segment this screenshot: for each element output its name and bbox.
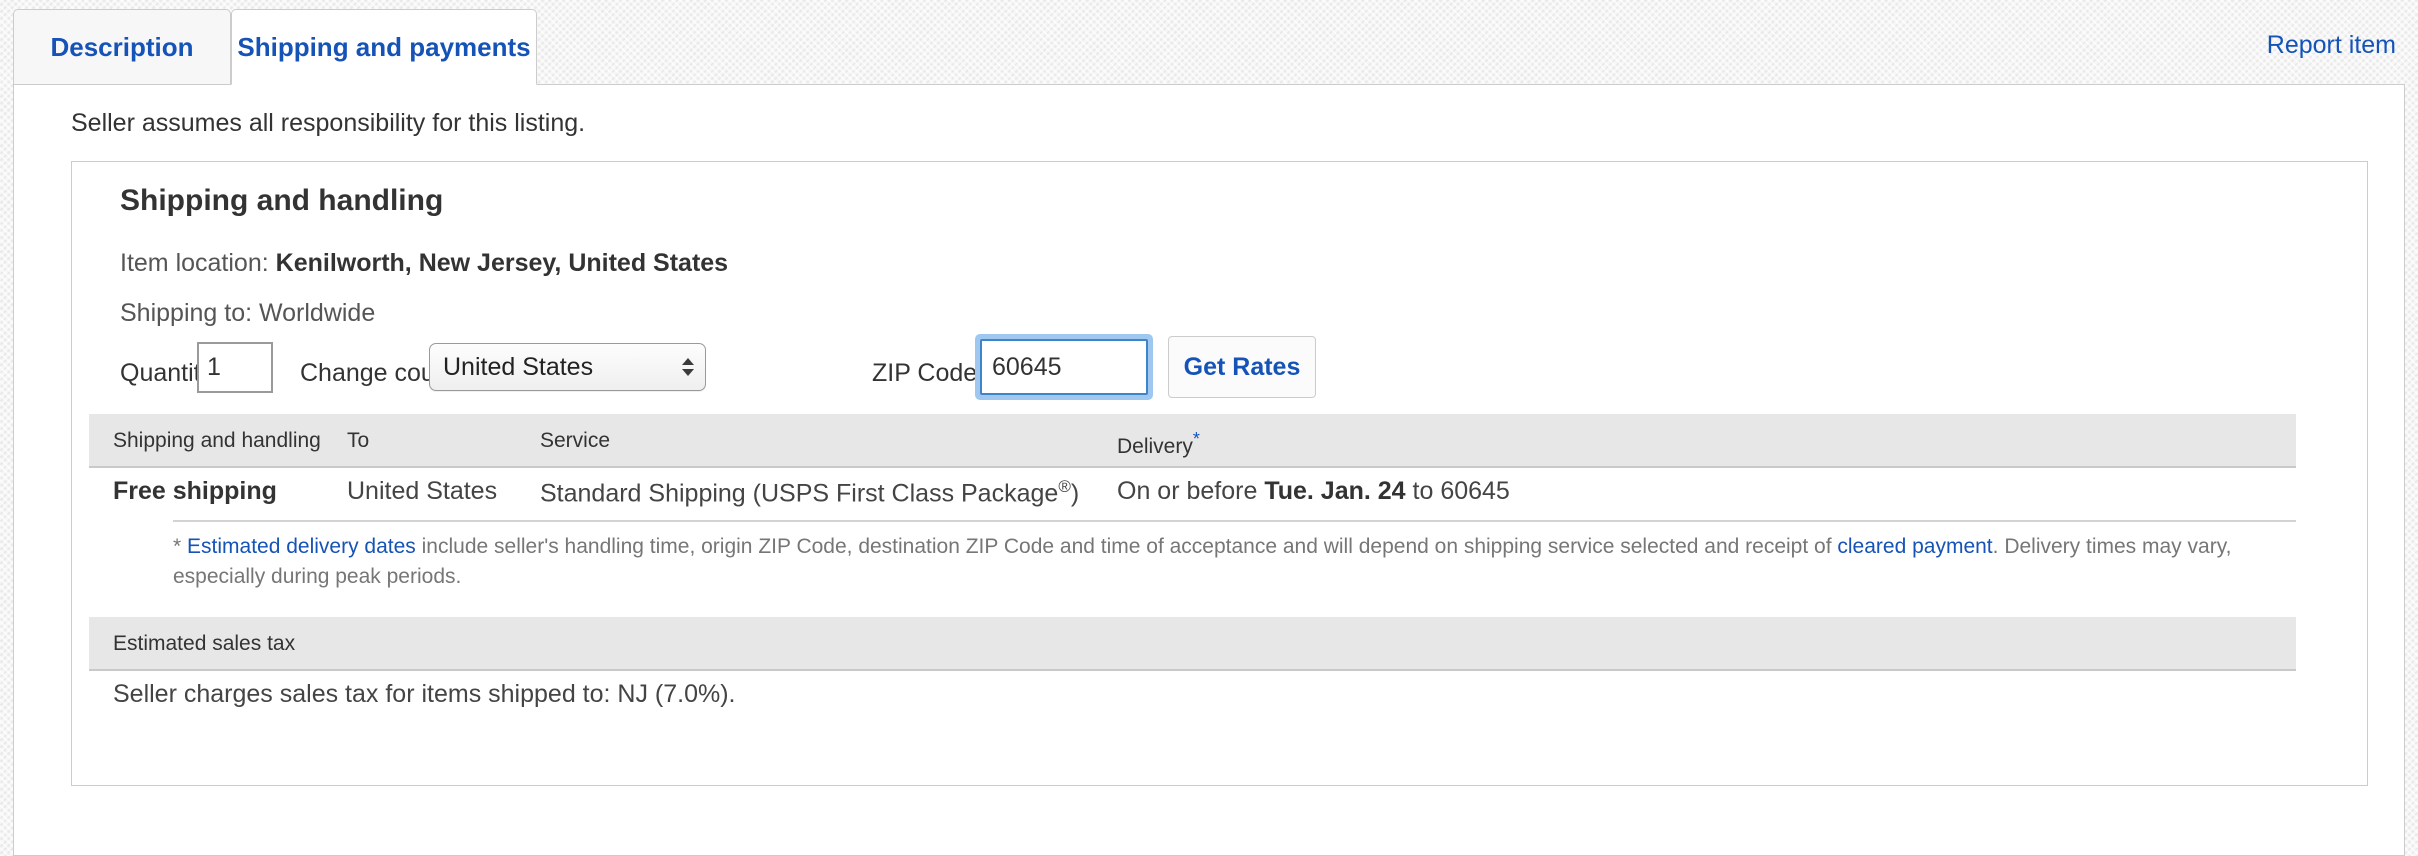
cell-shipping-cost: Free shipping [113,477,277,505]
footnote-marker: * [173,535,188,558]
table-row-separator [173,520,2296,522]
item-location-label: Item location: [120,249,269,277]
shipping-and-handling-card: Shipping and handling Item location: Ken… [71,161,2368,786]
report-item-link[interactable]: Report item [2267,31,2396,60]
cell-destination: United States [347,477,498,505]
tab-shipping-and-payments[interactable]: Shipping and payments [231,9,537,85]
column-header-delivery: Delivery* [1117,429,1200,458]
get-rates-button[interactable]: Get Rates [1168,336,1316,398]
tab-strip: Description Shipping and payments Report… [0,0,2418,95]
cell-delivery-estimate: On or before Tue. Jan. 24 to 60645 [1117,477,1510,505]
zip-code-label: ZIP Code: [872,359,985,387]
card-title: Shipping and handling [120,184,444,217]
country-select-value: United States [443,352,594,381]
delivery-dates-footnote: * Estimated delivery dates include selle… [173,532,2303,592]
footnote-text-1: include seller's handling time, origin Z… [415,535,1838,558]
estimated-delivery-dates-link[interactable]: Estimated delivery dates [187,535,416,558]
tab-description-label: Description [50,31,194,62]
column-header-service: Service [540,429,611,452]
spinner-arrows-icon [681,352,695,382]
tab-shipping-and-payments-label: Shipping and payments [237,31,531,62]
estimated-sales-tax-header: Estimated sales tax [89,617,2296,671]
column-header-to: To [347,429,370,452]
tab-description[interactable]: Description [13,9,231,85]
item-location-value: Kenilworth, New Jersey, United States [275,249,729,277]
seller-responsibility-note: Seller assumes all responsibility for th… [71,109,586,137]
zip-code-field-focus-ring [975,334,1153,400]
rate-calculator-form: Quantity: Change country: United States … [72,334,2367,412]
shipping-to-line: Shipping to: Worldwide [120,299,376,327]
quantity-input[interactable] [197,342,273,393]
cleared-payment-link[interactable]: cleared payment [1837,535,1992,558]
column-header-shipping-and-handling: Shipping and handling [113,429,321,452]
estimated-sales-tax-body: Seller charges sales tax for items shipp… [113,680,736,708]
shipping-table-header: Shipping and handling To Service Deliver… [89,414,2296,468]
item-location-line: Item location: Kenilworth, New Jersey, U… [120,249,728,278]
cell-service: Standard Shipping (USPS First Class Pack… [540,477,1080,508]
tab-content-panel: Seller assumes all responsibility for th… [13,85,2405,856]
estimated-sales-tax-label: Estimated sales tax [113,632,296,655]
table-row: Free shipping United States Standard Shi… [89,466,2296,520]
zip-code-input[interactable] [980,339,1148,395]
country-select[interactable]: United States [429,343,706,391]
